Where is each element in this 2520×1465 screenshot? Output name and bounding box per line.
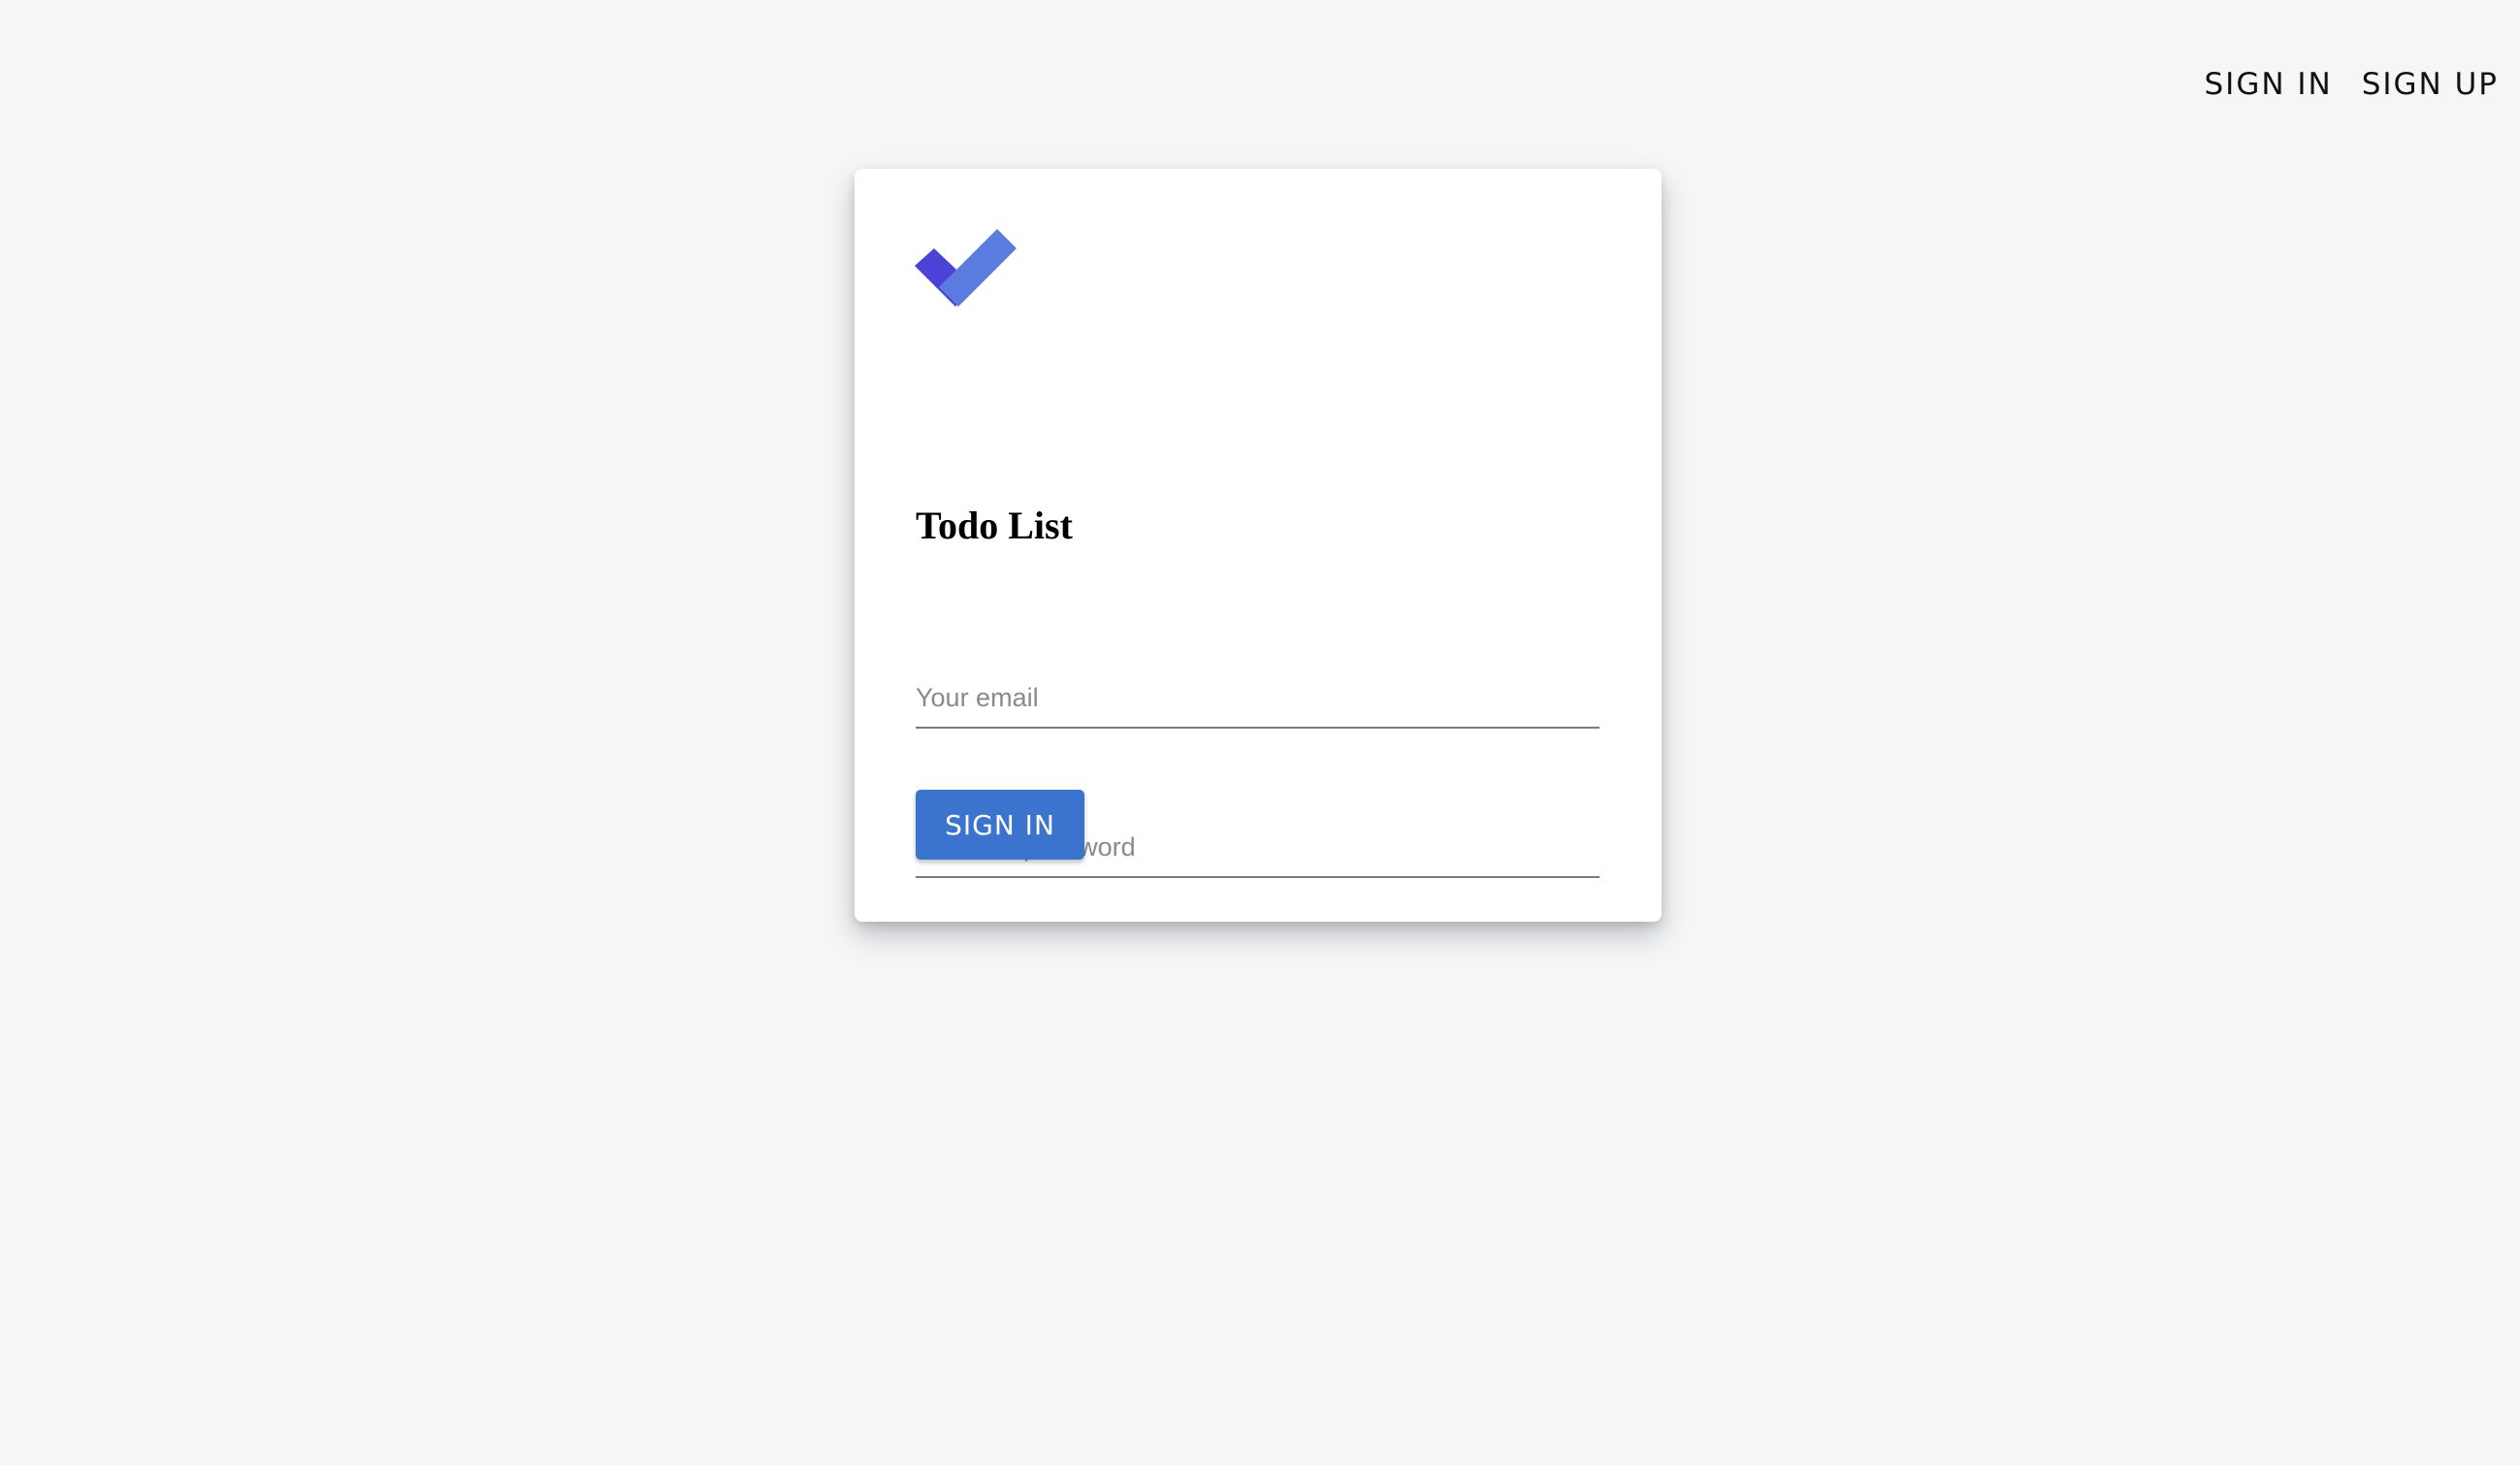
sign-in-button[interactable]: SIGN IN (916, 790, 1084, 860)
app-title: Todo List (916, 504, 1073, 547)
double-check-icon (915, 229, 1017, 307)
email-input[interactable] (916, 683, 1599, 729)
nav-sign-up-link[interactable]: SIGN UP (2362, 60, 2499, 109)
sign-in-card: Todo List SIGN IN (855, 169, 1662, 922)
email-field-container (916, 683, 1599, 729)
top-navigation: SIGN IN SIGN UP (2205, 60, 2500, 109)
nav-sign-in-link[interactable]: SIGN IN (2205, 60, 2333, 109)
